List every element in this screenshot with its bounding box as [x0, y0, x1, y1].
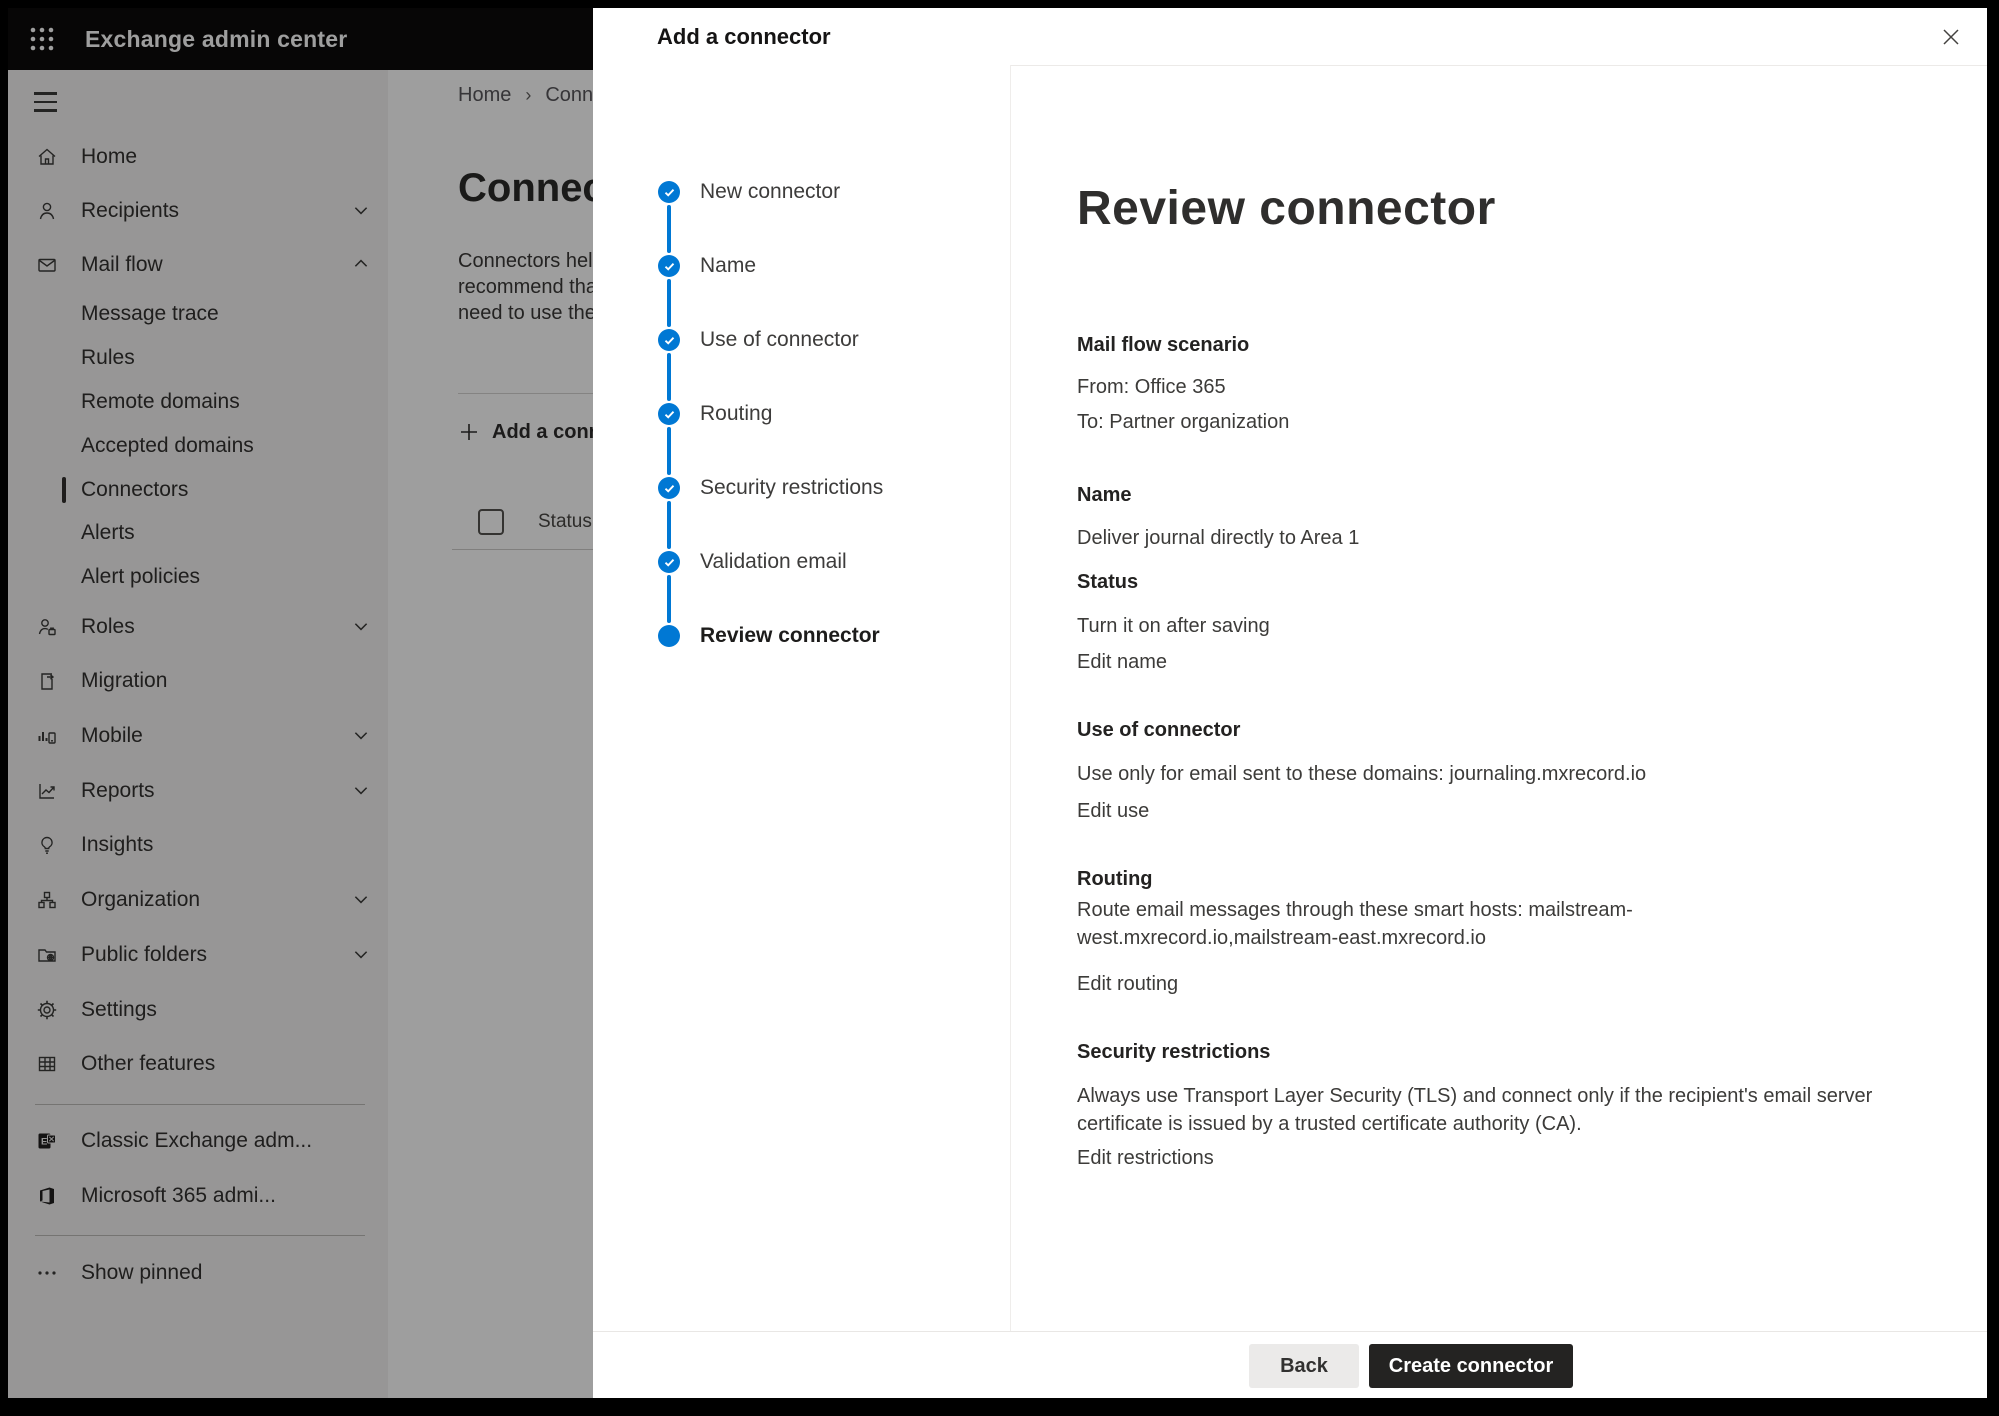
status-value: Turn it on after saving: [1077, 612, 1270, 640]
screenshot-frame: Exchange admin center Home Recipients Ma…: [0, 0, 1999, 1416]
create-connector-button[interactable]: Create connector: [1369, 1344, 1573, 1388]
step-use-of-connector[interactable]: Use of connector: [700, 326, 859, 354]
step-complete-icon: [658, 551, 680, 573]
edit-restrictions-link[interactable]: Edit restrictions: [1077, 1144, 1214, 1172]
step-connector-line: [667, 427, 671, 475]
step-connector-line: [667, 279, 671, 327]
status-label: Status: [1077, 568, 1138, 596]
step-current-icon: [658, 625, 680, 647]
close-button[interactable]: [1931, 17, 1971, 57]
step-connector-line: [667, 575, 671, 623]
step-complete-icon: [658, 181, 680, 203]
security-restrictions-label: Security restrictions: [1077, 1038, 1270, 1066]
step-security-restrictions[interactable]: Security restrictions: [700, 474, 883, 502]
mail-flow-to: To: Partner organization: [1077, 408, 1289, 436]
mail-flow-from: From: Office 365: [1077, 373, 1226, 401]
review-heading: Review connector: [1077, 178, 1496, 240]
step-connector-line: [667, 353, 671, 401]
routing-label: Routing: [1077, 865, 1153, 893]
step-new-connector[interactable]: New connector: [700, 178, 840, 206]
routing-value: Route email messages through these smart…: [1077, 896, 1892, 952]
step-name[interactable]: Name: [700, 252, 756, 280]
step-complete-icon: [658, 477, 680, 499]
step-connector-line: [667, 501, 671, 549]
app-window: Exchange admin center Home Recipients Ma…: [8, 8, 1987, 1398]
use-of-connector-value: Use only for email sent to these domains…: [1077, 760, 1646, 788]
mail-flow-scenario-label: Mail flow scenario: [1077, 331, 1249, 359]
edit-use-link[interactable]: Edit use: [1077, 797, 1149, 825]
step-complete-icon: [658, 403, 680, 425]
name-value: Deliver journal directly to Area 1: [1077, 524, 1359, 552]
step-complete-icon: [658, 255, 680, 277]
modal-header: Add a connector: [593, 8, 1987, 66]
wizard-stepper: New connector Name Use of connector Rout…: [593, 65, 1011, 1331]
security-restrictions-value: Always use Transport Layer Security (TLS…: [1077, 1082, 1922, 1138]
use-of-connector-label: Use of connector: [1077, 716, 1240, 744]
back-button[interactable]: Back: [1249, 1344, 1359, 1388]
add-connector-modal: Add a connector New connector Name Use o…: [593, 8, 1987, 1398]
step-connector-line: [667, 205, 671, 253]
modal-title: Add a connector: [657, 8, 831, 65]
name-label: Name: [1077, 481, 1131, 509]
close-icon: [1940, 26, 1962, 48]
step-review-connector[interactable]: Review connector: [700, 622, 880, 650]
edit-routing-link[interactable]: Edit routing: [1077, 970, 1178, 998]
modal-footer: Back Create connector: [593, 1331, 1987, 1398]
step-validation-email[interactable]: Validation email: [700, 548, 847, 576]
edit-name-link[interactable]: Edit name: [1077, 648, 1167, 676]
step-routing[interactable]: Routing: [700, 400, 772, 428]
step-complete-icon: [658, 329, 680, 351]
